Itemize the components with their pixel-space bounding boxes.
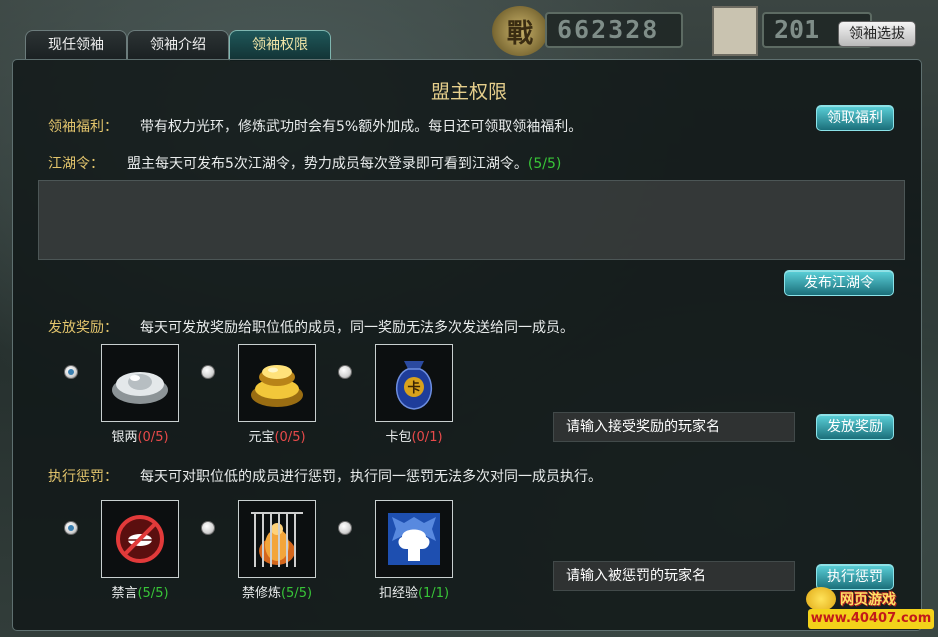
decree-description: 盟主每天可发布5次江湖令，势力成员每次登录即可看到江湖令。(5/5) (127, 153, 561, 173)
gold-ingot-icon (251, 365, 303, 407)
reward-radio-silver[interactable] (64, 365, 78, 379)
deduct-exp-icon (388, 513, 440, 565)
panel-title: 盟主权限 (430, 81, 507, 103)
item-count: (5/5) (137, 586, 169, 601)
war-power-badge-icon: 戰 (492, 6, 548, 56)
punish-caption-exp: 扣经验(1/1) (354, 582, 474, 601)
punish-radio-mute[interactable] (64, 521, 78, 535)
cultivation-ban-icon (251, 512, 303, 567)
leader-selection-button[interactable]: 领袖选拔 (838, 21, 916, 47)
item-name: 扣经验 (378, 586, 418, 601)
scroll-icon (712, 6, 758, 56)
item-count: (0/5) (137, 430, 169, 445)
reward-item-cardpack[interactable]: 卡 (375, 344, 453, 422)
item-name: 元宝 (248, 430, 275, 445)
punish-item-cultivation[interactable] (238, 500, 316, 578)
punish-caption-cultivation: 禁修炼(5/5) (217, 582, 337, 601)
punish-caption-mute: 禁言(5/5) (80, 582, 200, 601)
mute-icon (116, 515, 164, 563)
watermark-top-text: 网页游戏 (840, 592, 896, 608)
item-name: 卡包 (385, 430, 412, 445)
reward-description: 每天可发放奖励给职位低的成员，同一奖励无法多次发送给同一成员。 (140, 320, 574, 336)
reward-caption-silver: 银两(0/5) (80, 426, 200, 445)
watermark-url: www.40407.com (808, 609, 934, 629)
item-count: (0/1) (411, 430, 443, 445)
item-name: 银两 (111, 430, 138, 445)
combat-power-value: 662328 (545, 12, 683, 48)
tab-leader-intro[interactable]: 领袖介绍 (127, 30, 229, 60)
item-count: (1/1) (417, 586, 450, 601)
item-count: (5/5) (280, 586, 313, 601)
tab-leader-permissions[interactable]: 领袖权限 (229, 30, 331, 61)
svg-text:卡: 卡 (407, 380, 420, 396)
publish-decree-button[interactable]: 发布江湖令 (784, 270, 894, 296)
decree-label: 江湖令： (48, 156, 104, 172)
reward-caption-gold: 元宝(0/5) (217, 426, 337, 445)
reward-item-gold[interactable] (238, 344, 316, 422)
item-name: 禁言 (111, 586, 138, 601)
punish-radio-cultivation[interactable] (201, 521, 215, 535)
claim-welfare-button[interactable]: 领取福利 (816, 105, 894, 131)
welfare-description: 带有权力光环，修炼武功时会有5%额外加成。每日还可领取领袖福利。 (140, 119, 583, 135)
decree-count: (5/5) (527, 156, 562, 172)
punish-player-input[interactable]: 请输入被惩罚的玩家名 (553, 561, 795, 591)
punish-radio-exp[interactable] (338, 521, 352, 535)
item-name: 禁修炼 (241, 586, 281, 601)
reward-player-input[interactable]: 请输入接受奖励的玩家名 (553, 412, 795, 442)
card-pack-icon: 卡 (395, 361, 433, 410)
punish-item-exp[interactable] (375, 500, 453, 578)
silver-ingot-icon (112, 372, 168, 404)
reward-label: 发放奖励： (48, 320, 118, 336)
punish-description: 每天可对职位低的成员进行惩罚，执行同一惩罚无法多次对同一成员执行。 (140, 469, 602, 485)
decree-textarea[interactable] (38, 180, 905, 260)
reward-caption-cardpack: 卡包(0/1) (354, 426, 474, 445)
mascot-icon (806, 587, 836, 611)
welfare-label: 领袖福利： (48, 119, 118, 135)
item-count: (0/5) (274, 430, 306, 445)
decree-text: 盟主每天可发布5次江湖令，势力成员每次登录即可看到江湖令。 (127, 156, 528, 172)
punish-item-mute[interactable] (101, 500, 179, 578)
reward-item-silver[interactable] (101, 344, 179, 422)
reward-radio-cardpack[interactable] (338, 365, 352, 379)
site-watermark: 网页游戏 www.40407.com (800, 587, 936, 635)
send-reward-button[interactable]: 发放奖励 (816, 414, 894, 440)
reward-radio-gold[interactable] (201, 365, 215, 379)
tab-current-leader[interactable]: 现任领袖 (25, 30, 127, 60)
punish-label: 执行惩罚： (48, 469, 118, 485)
